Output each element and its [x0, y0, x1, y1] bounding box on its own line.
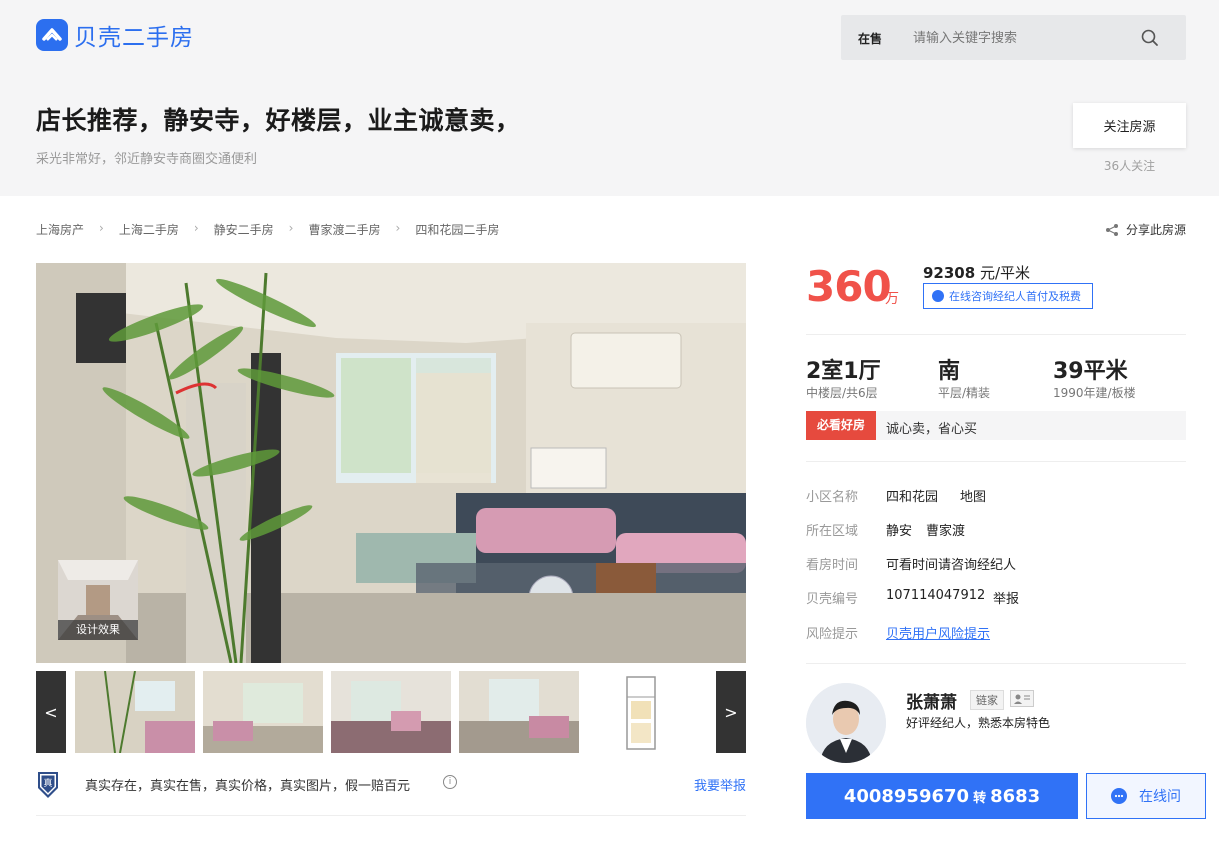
follow-button[interactable]: 关注房源 — [1073, 103, 1186, 148]
follow-count: 36人关注 — [1103, 159, 1156, 173]
real-listing-badge-icon: 真 — [36, 770, 60, 800]
share-button[interactable]: 分享此房源 — [1105, 221, 1186, 238]
breadcrumb-separator: › — [288, 221, 294, 235]
extension-label: 转 — [973, 790, 987, 806]
main-photo[interactable] — [36, 263, 746, 663]
unit-price: 92308 元/平米 — [923, 262, 1030, 283]
search-tab[interactable]: 在售 — [858, 30, 882, 47]
search-bar: 在售 — [841, 15, 1186, 60]
info-label-area: 所在区域 — [806, 524, 859, 539]
breadcrumb-item[interactable]: 静安二手房 — [214, 221, 274, 238]
info-icon[interactable]: i — [443, 775, 457, 789]
total-price-unit: 万 — [885, 291, 899, 307]
divider — [36, 815, 746, 816]
unit-price-suffix: 元/平米 — [975, 264, 1031, 282]
gallery-thumbnail[interactable] — [331, 671, 451, 753]
info-community-name[interactable]: 四和花园 — [886, 486, 938, 505]
gallery-thumbnail[interactable] — [459, 671, 579, 753]
share-icon — [1105, 223, 1119, 237]
divider — [806, 663, 1186, 664]
map-link[interactable]: 地图 — [960, 486, 986, 505]
search-input[interactable] — [913, 27, 1133, 49]
spec-orientation: 南 — [938, 359, 961, 384]
divider — [806, 461, 1186, 462]
share-label: 分享此房源 — [1125, 223, 1186, 237]
search-icon[interactable] — [1140, 28, 1160, 48]
chat-icon — [932, 290, 944, 302]
consult-agent-button[interactable]: 在线咨询经纪人首付及税费 — [923, 283, 1093, 309]
logo-icon — [36, 19, 68, 51]
breadcrumb: 上海房产 › 上海二手房 › 静安二手房 › 曹家渡二手房 › 四和花园二手房 — [36, 221, 499, 238]
listing-title: 店长推荐，静安寺，好楼层，业主诚意卖， — [36, 106, 521, 135]
business-card-icon[interactable] — [1010, 690, 1034, 707]
info-label-community: 小区名称 — [806, 490, 859, 505]
info-subdistrict[interactable]: 曹家渡 — [926, 520, 965, 539]
breadcrumb-separator: › — [193, 221, 199, 235]
spec-area-detail: 1990年建/板楼 — [1053, 386, 1136, 400]
gallery-next-button[interactable]: > — [716, 671, 746, 753]
agent-extension: 8683 — [990, 785, 1041, 807]
breadcrumb-item[interactable]: 四和花园二手房 — [415, 221, 499, 238]
agent-avatar[interactable] — [806, 683, 886, 763]
unit-price-value: 92308 — [923, 264, 976, 282]
agent-description: 好评经纪人，熟悉本房特色 — [906, 716, 1051, 730]
breadcrumb-item[interactable]: 上海二手房 — [119, 221, 179, 238]
consult-label: 在线咨询经纪人首付及税费 — [949, 290, 1081, 303]
design-effect-label: 设计效果 — [58, 620, 138, 640]
agent-company-badge: 链家 — [970, 690, 1004, 710]
info-listing-id: 107114047912 — [886, 588, 986, 603]
floorplan-thumbnail[interactable] — [587, 671, 707, 753]
must-see-tag: 必看好房 — [806, 411, 876, 440]
must-see-text: 诚心卖，省心买 — [886, 422, 978, 437]
chat-icon — [1111, 788, 1127, 804]
guarantee-text: 真实存在，真实在售，真实价格，真实图片，假一赔百元 — [85, 779, 411, 794]
online-chat-button[interactable]: 在线问 — [1086, 773, 1206, 819]
info-label-viewing: 看房时间 — [806, 558, 859, 573]
breadcrumb-separator: › — [99, 221, 104, 235]
breadcrumb-separator: › — [395, 221, 401, 235]
listing-subtitle: 采光非常好，邻近静安寺商圈交通便利 — [36, 152, 258, 167]
breadcrumb-item[interactable]: 曹家渡二手房 — [308, 221, 380, 238]
total-price: 360 — [806, 262, 892, 311]
spec-layout-detail: 中楼层/共6层 — [806, 386, 878, 400]
real-badge-text: 真 — [43, 777, 52, 789]
logo-text: 贝壳二手房 — [74, 25, 194, 51]
info-label-id: 贝壳编号 — [806, 592, 859, 607]
site-logo[interactable]: 贝壳二手房 — [36, 18, 194, 52]
info-viewing-time: 可看时间请咨询经纪人 — [886, 558, 1017, 573]
design-effect-thumbnail[interactable]: 设计效果 — [58, 560, 138, 640]
divider — [806, 334, 1186, 335]
gallery-thumbnail[interactable] — [203, 671, 323, 753]
spec-area: 39平米 — [1053, 359, 1128, 384]
spec-orientation-detail: 平层/精装 — [938, 386, 991, 400]
call-agent-button[interactable]: 4008959670 转 8683 — [806, 773, 1078, 819]
page-header: 贝壳二手房 在售 店长推荐，静安寺，好楼层，业主诚意卖， 采光非常好，邻近静安寺… — [0, 0, 1219, 196]
gallery-prev-button[interactable]: < — [36, 671, 66, 753]
info-label-risk: 风险提示 — [806, 627, 859, 642]
agent-name[interactable]: 张萧萧 — [906, 688, 957, 713]
report-id-link[interactable]: 举报 — [993, 588, 1019, 607]
gallery-thumbnail[interactable] — [73, 669, 197, 755]
agent-phone: 4008959670 — [843, 785, 970, 807]
report-link[interactable]: 我要举报 — [694, 775, 746, 794]
online-chat-label: 在线问 — [1139, 789, 1181, 805]
info-district[interactable]: 静安 — [886, 520, 912, 539]
breadcrumb-item[interactable]: 上海房产 — [36, 221, 84, 238]
spec-layout: 2室1厅 — [806, 359, 881, 384]
risk-warning-link[interactable]: 贝壳用户风险提示 — [886, 623, 990, 642]
